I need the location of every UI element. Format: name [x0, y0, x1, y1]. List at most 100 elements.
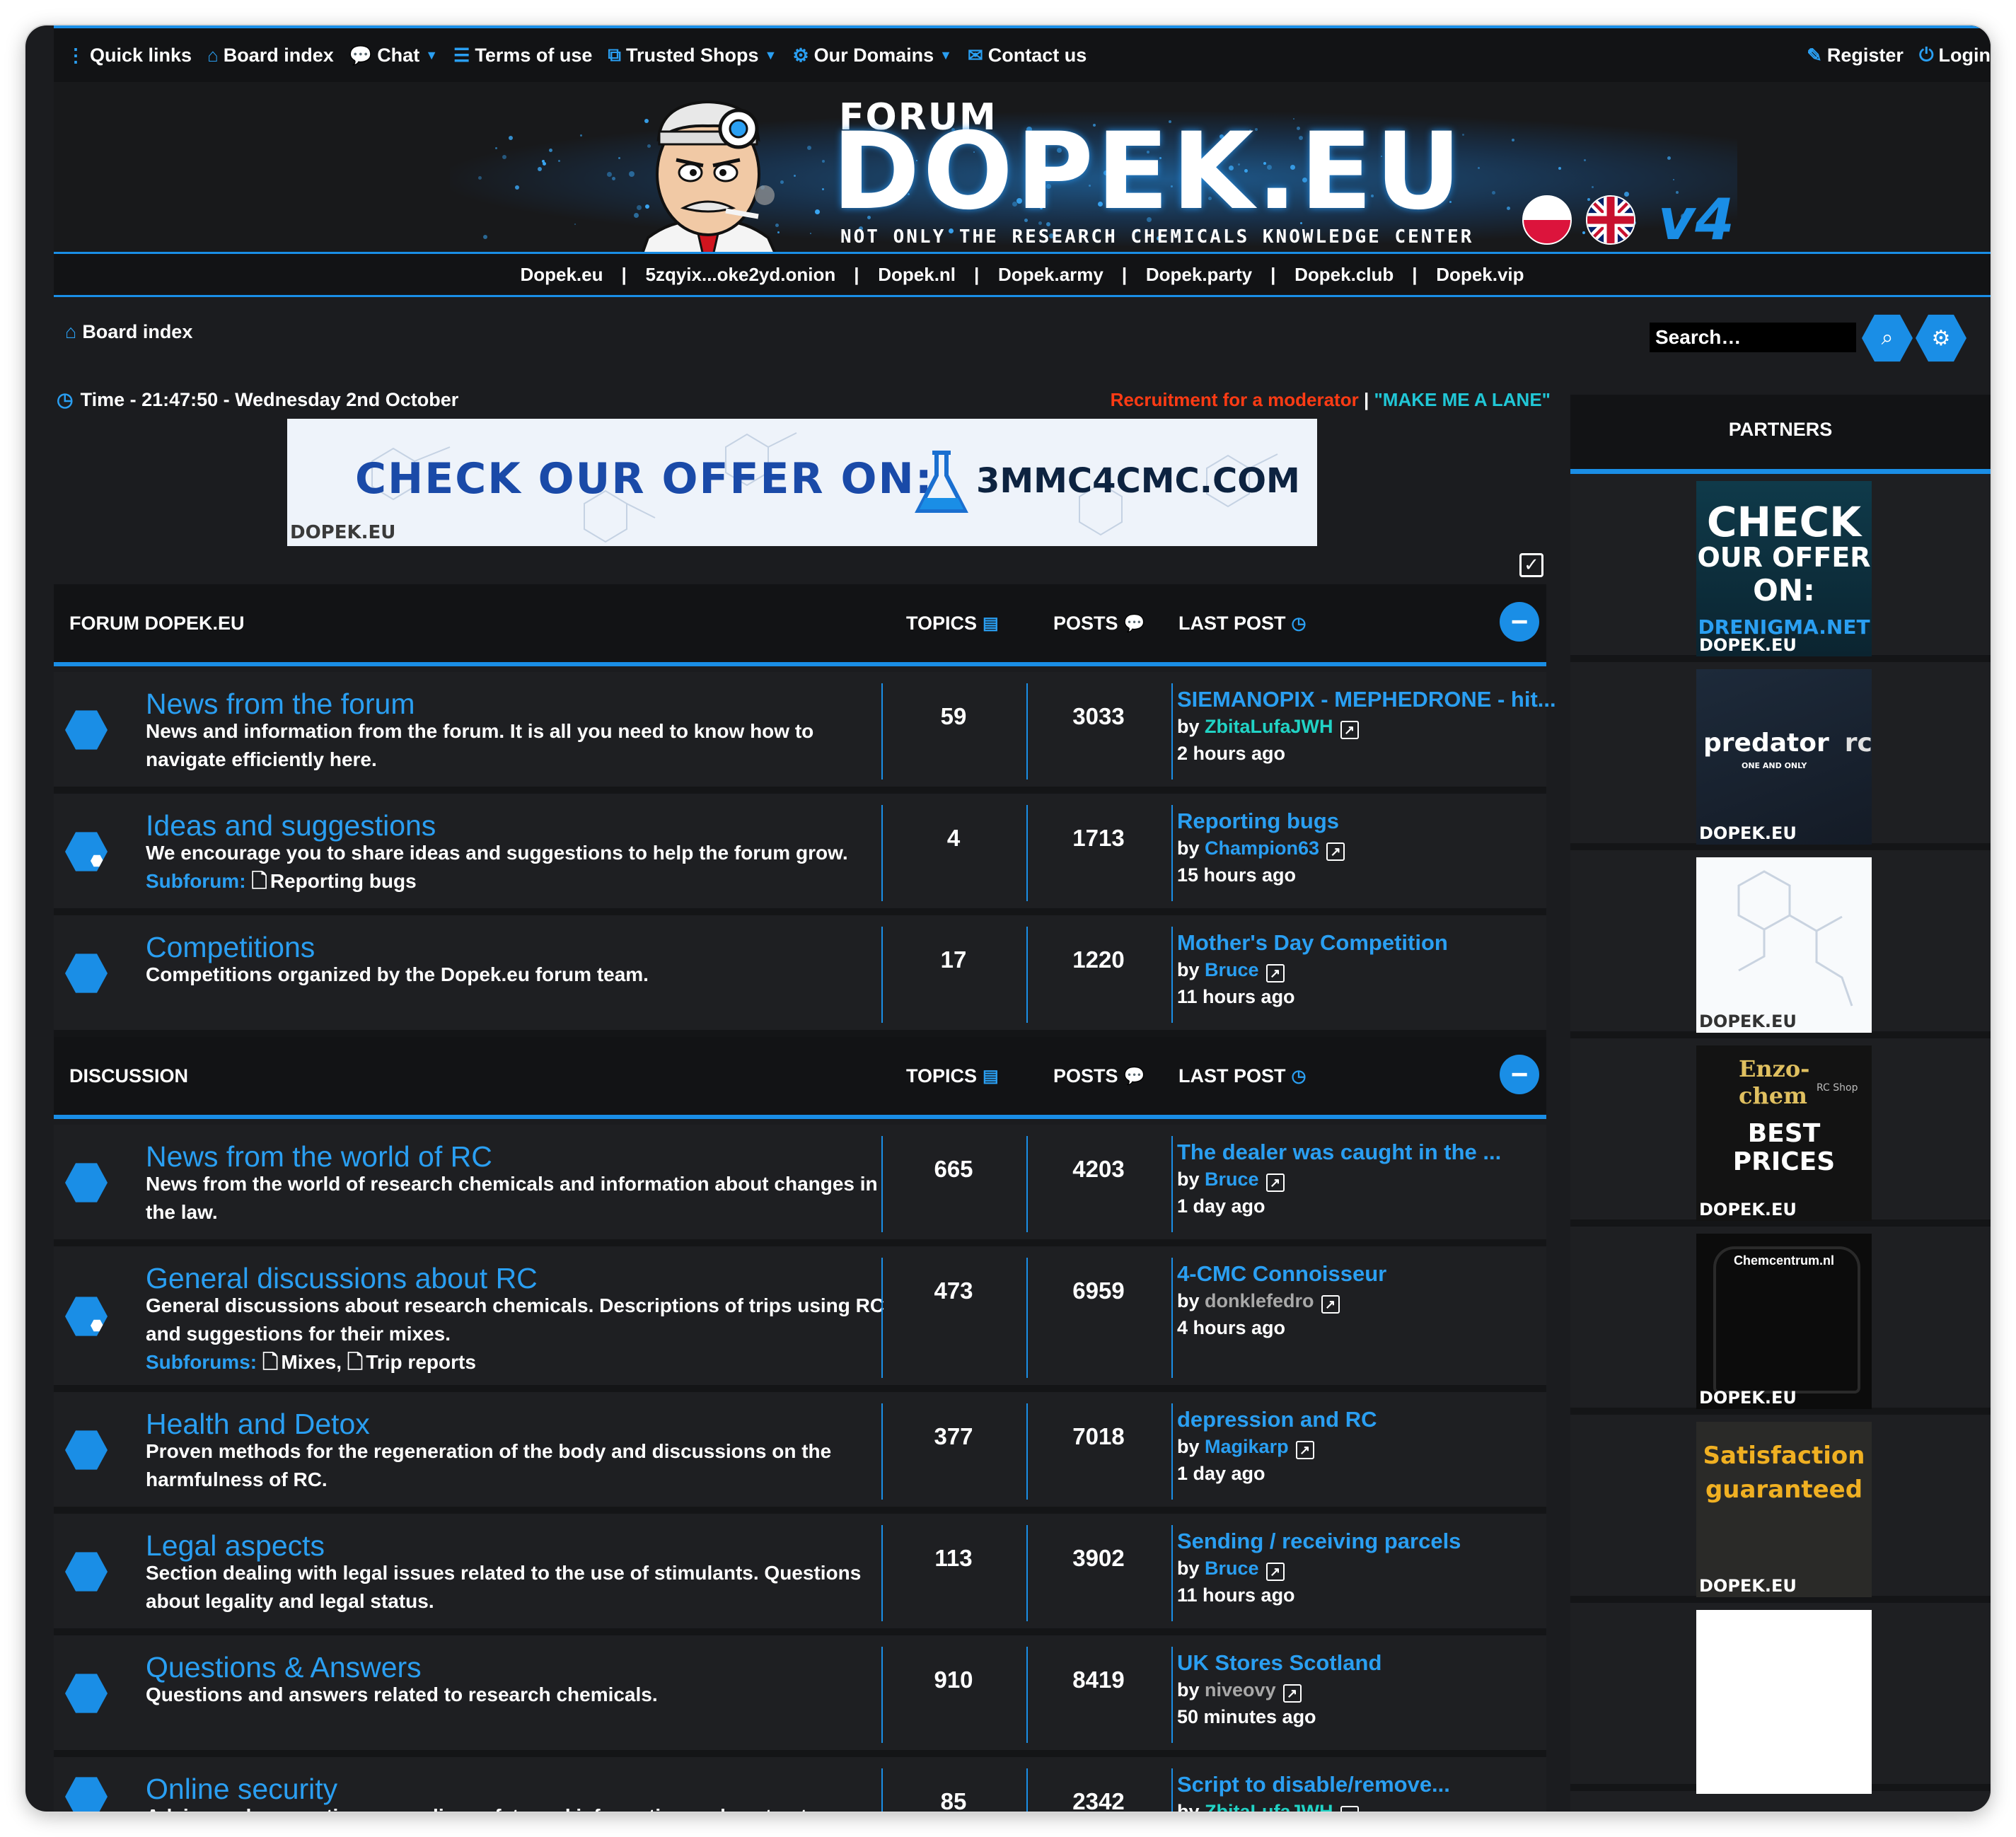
nav-register[interactable]: ✎ Register	[1807, 45, 1904, 66]
partner-banner-satisfaction[interactable]: Satisfaction guaranteed DOPEK.EU	[1696, 1422, 1872, 1597]
advanced-search-button[interactable]: ⚙	[1916, 314, 1966, 362]
collapse-section-button[interactable]: −	[1500, 1055, 1539, 1094]
domain-link[interactable]: Dopek.party	[1122, 264, 1273, 286]
subforum-link[interactable]: 🗋 Reporting bugs	[251, 870, 416, 892]
domain-link[interactable]: Dopek.vip	[1412, 264, 1545, 286]
partner-line: Satisfaction	[1703, 1442, 1865, 1470]
domain-link[interactable]: Dopek.army	[974, 264, 1125, 286]
subforum-link[interactable]: 🗋 Mixes,	[262, 1351, 342, 1373]
last-post-title-link[interactable]: 4-CMC Connoisseur	[1177, 1261, 1386, 1287]
nav-contact-us[interactable]: ✉ Contact us	[968, 45, 1087, 66]
goto-last-post-icon[interactable]: ↗	[1282, 1684, 1302, 1703]
subforum-link[interactable]: 🗋 Trip reports	[347, 1351, 476, 1373]
polish-flag-icon[interactable]	[1522, 195, 1572, 245]
recruitment-link[interactable]: Recruitment for a moderator	[1111, 389, 1359, 410]
username-link[interactable]: Champion63	[1205, 838, 1319, 859]
partner-item[interactable]: DOPEK.EU	[1570, 850, 1991, 1038]
partner-item[interactable]: Satisfaction guaranteed DOPEK.EU	[1570, 1415, 1991, 1603]
goto-last-post-icon[interactable]: ↗	[1340, 1806, 1359, 1812]
nav-board-index[interactable]: ⌂ Board index	[207, 45, 334, 66]
last-post-title-link[interactable]: UK Stores Scotland	[1177, 1650, 1381, 1676]
username-link[interactable]: donklefedro	[1205, 1290, 1314, 1311]
nav-our-domains[interactable]: ⚙ Our Domains ▼	[792, 45, 952, 66]
nav-quick-links[interactable]: ⋮ Quick links	[66, 45, 192, 66]
forum-title-link[interactable]: Online security	[146, 1773, 337, 1806]
advertisement-banner[interactable]: CHECK OUR OFFER ON: 3MMC4CMC.COM DOPEK.E…	[287, 419, 1317, 546]
forum-description: Advice and suggestions on online safety …	[146, 1802, 898, 1812]
gears-icon: ⚙	[792, 44, 809, 66]
nav-trusted-shops[interactable]: ⧉ Trusted Shops ▼	[608, 44, 777, 66]
goto-last-post-icon[interactable]: ↗	[1265, 1563, 1285, 1581]
forum-title-link[interactable]: Competitions	[146, 931, 315, 964]
forum-title-link[interactable]: News from the forum	[146, 688, 415, 721]
nav-login[interactable]: ⏻ Login	[1919, 44, 1991, 66]
forum-title-link[interactable]: News from the world of RC	[146, 1140, 492, 1174]
partner-banner-chemcentrum[interactable]: Chemcentrum.nl DOPEK.EU	[1696, 1234, 1872, 1409]
collapse-section-button[interactable]: −	[1500, 602, 1539, 642]
forum-row: Competitions Competitions organized by th…	[54, 915, 1546, 1037]
goto-last-post-icon[interactable]: ↗	[1340, 721, 1359, 739]
partner-banner-predator[interactable]: predator rc ONE AND ONLY DOPEK.EU	[1696, 669, 1872, 845]
forum-title-link[interactable]: Legal aspects	[146, 1529, 325, 1563]
make-me-a-lane-link[interactable]: "MAKE ME A LANE"	[1374, 389, 1551, 410]
partner-item[interactable]: Enzo-chem RC Shop BEST PRICES DOPEK.EU	[1570, 1038, 1991, 1227]
last-post-title-link[interactable]: SIEMANOPIX - MEPHEDRONE - hit...	[1177, 686, 1556, 713]
posts-count: 7018	[1072, 1423, 1125, 1449]
username-link[interactable]: Bruce	[1205, 1558, 1259, 1579]
last-post-title-link[interactable]: Reporting bugs	[1177, 808, 1345, 835]
forum-status-icon	[65, 1297, 108, 1336]
last-post-column-header: LAST POST ◷	[1178, 613, 1307, 634]
partner-item[interactable]: Chemcentrum.nl DOPEK.EU	[1570, 1227, 1991, 1415]
username-link[interactable]: niveovy	[1205, 1679, 1276, 1700]
last-post-title-link[interactable]: Script to disable/remove...	[1177, 1771, 1450, 1798]
username-link[interactable]: Magikarp	[1205, 1436, 1289, 1457]
domain-link[interactable]: Dopek.club	[1270, 264, 1415, 286]
username-link[interactable]: Bruce	[1205, 1169, 1259, 1190]
last-post-title-link[interactable]: Sending / receiving parcels	[1177, 1528, 1461, 1555]
forum-title-link[interactable]: Ideas and suggestions	[146, 809, 436, 842]
goto-last-post-icon[interactable]: ↗	[1321, 1295, 1340, 1314]
site-banner[interactable]: FORUM DOPEK.EU NOT ONLY THE RESEARCH CHE…	[54, 82, 1991, 279]
search-input[interactable]	[1650, 323, 1856, 352]
domain-link[interactable]: 5zqyix...oke2yd.onion	[622, 264, 857, 286]
partner-item[interactable]: predator rc ONE AND ONLY DOPEK.EU	[1570, 662, 1991, 850]
forum-title-link[interactable]: Health and Detox	[146, 1408, 370, 1441]
last-post-title-link[interactable]: Mother's Day Competition	[1177, 929, 1448, 956]
username-link[interactable]: ZbitaLufaJWH	[1205, 1801, 1333, 1812]
username-link[interactable]: ZbitaLufaJWH	[1205, 716, 1333, 737]
domain-link[interactable]: Dopek.eu	[499, 264, 624, 286]
browser-window: ⋮ Quick links ⌂ Board index 💬 Chat ▼ ☰ Terms …	[25, 25, 1991, 1812]
goto-last-post-icon[interactable]: ↗	[1326, 842, 1345, 861]
clock-icon: ◷	[1291, 614, 1307, 633]
subforum-list: Subforum: 🗋 Reporting bugs	[146, 870, 417, 892]
last-post: depression and RC by Magikarp ↗ 1 day ago	[1177, 1406, 1377, 1487]
forum-title-link[interactable]: General discussions about RC	[146, 1262, 538, 1295]
partner-banner-drenigma[interactable]: CHECK OUR OFFER ON: DRENIGMA.NET DOPEK.E…	[1696, 481, 1872, 656]
partner-line: guaranteed	[1705, 1476, 1863, 1504]
username-link[interactable]: Bruce	[1205, 959, 1259, 980]
last-post-author: by Champion63 ↗	[1177, 835, 1345, 862]
breadcrumb[interactable]: ⌂ Board index	[65, 321, 192, 343]
topics-count: 377	[934, 1423, 973, 1449]
partner-banner-enzo[interactable]: Enzo-chem RC Shop BEST PRICES DOPEK.EU	[1696, 1045, 1872, 1221]
mark-read-button[interactable]: ✓	[1519, 553, 1543, 577]
comment-icon: 💬	[1123, 1067, 1145, 1086]
goto-last-post-icon[interactable]: ↗	[1265, 964, 1285, 983]
partner-item[interactable]: CHECK OUR OFFER ON: DRENIGMA.NET DOPEK.E…	[1570, 474, 1991, 662]
goto-last-post-icon[interactable]: ↗	[1295, 1441, 1314, 1459]
domain-link[interactable]: Dopek.nl	[854, 264, 977, 286]
nav-terms[interactable]: ☰ Terms of use	[453, 45, 592, 66]
nav-chat[interactable]: 💬 Chat ▼	[349, 45, 438, 66]
last-post-title-link[interactable]: depression and RC	[1177, 1406, 1377, 1433]
search-button[interactable]: ⌕	[1862, 314, 1913, 362]
last-post-title-link[interactable]: The dealer was caught in the ...	[1177, 1139, 1501, 1166]
last-post-time: 4 hours ago	[1177, 1317, 1286, 1338]
goto-last-post-icon[interactable]: ↗	[1265, 1174, 1285, 1192]
forum-title-link[interactable]: Questions & Answers	[146, 1651, 422, 1684]
partner-banner-blank[interactable]	[1696, 1610, 1872, 1794]
column-divider	[1026, 1258, 1028, 1378]
partner-banner-chemistry[interactable]: DOPEK.EU	[1696, 857, 1872, 1033]
english-flag-icon[interactable]	[1586, 195, 1635, 245]
last-post: SIEMANOPIX - MEPHEDRONE - hit... by Zbita…	[1177, 686, 1556, 767]
partner-item[interactable]	[1570, 1603, 1991, 1794]
